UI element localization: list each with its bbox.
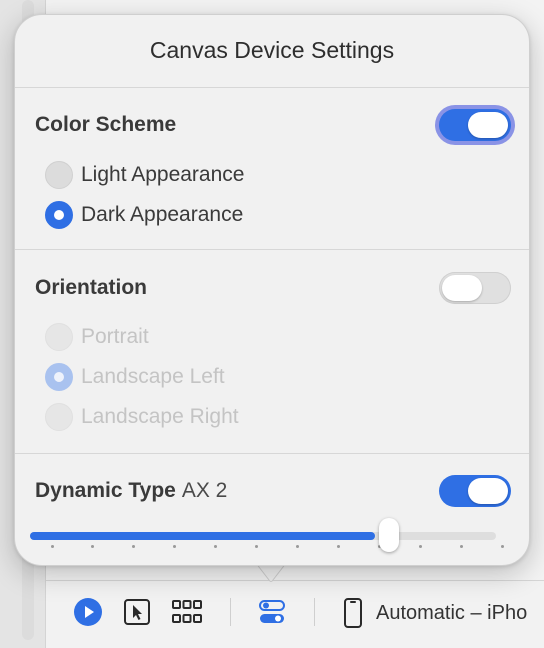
slider-tick [214,545,217,548]
color-scheme-toggle[interactable] [439,109,511,141]
radio-button[interactable] [45,161,73,189]
dynamic-type-value: AX 2 [181,479,228,502]
slider-tick [419,545,422,548]
grid-icon[interactable] [170,597,204,627]
toggle-knob [468,112,508,138]
toolbar-divider [230,598,231,626]
radio-light-appearance[interactable]: Light Appearance [45,160,244,190]
toggle-knob [468,478,508,504]
separator [15,87,529,88]
device-settings-icon[interactable] [256,597,288,627]
slider-tick [501,545,504,548]
radio-label: Dark Appearance [81,203,244,226]
toolbar-divider [314,598,315,626]
radio-label: Portrait [81,325,149,348]
play-icon[interactable] [72,596,104,628]
radio-label: Landscape Right [81,405,239,428]
dynamic-type-slider-fill [30,532,375,540]
slider-tick [51,545,54,548]
separator [15,453,529,454]
orientation-title: Orientation [35,276,148,299]
orientation-toggle[interactable] [439,272,511,304]
slider-tick [255,545,258,548]
radio-dark-appearance[interactable]: Dark Appearance [45,200,243,230]
toggle-knob [442,275,482,301]
dynamic-type-label: Dynamic Type [35,479,176,502]
radio-button[interactable] [45,201,73,229]
slider-tick [337,545,340,548]
radio-label: Light Appearance [81,163,245,186]
radio-landscape-left[interactable]: Landscape Left [45,362,225,392]
slider-tick [460,545,463,548]
radio-button[interactable] [45,323,73,351]
separator [15,249,529,250]
radio-portrait[interactable]: Portrait [45,322,149,352]
slider-tick [173,545,176,548]
canvas-device-settings-popover: Canvas Device Settings Color Scheme Ligh… [14,14,530,566]
radio-label: Landscape Left [81,365,225,388]
radio-button[interactable] [45,363,73,391]
cursor-select-icon[interactable] [122,597,152,627]
radio-landscape-right[interactable]: Landscape Right [45,402,239,432]
slider-tick [296,545,299,548]
phone-icon[interactable] [340,596,366,630]
color-scheme-title: Color Scheme [35,113,177,136]
slider-tick [132,545,135,548]
dynamic-type-slider-track[interactable] [30,532,496,540]
slider-tick [91,545,94,548]
device-label: Automatic – iPho [376,601,528,624]
dynamic-type-toggle[interactable] [439,475,511,507]
device-picker[interactable]: Automatic – iPho [376,598,527,628]
popover-title: Canvas Device Settings [149,37,395,63]
dynamic-type-title: Dynamic Type AX 2 [35,479,227,503]
dynamic-type-slider-thumb[interactable] [379,518,399,552]
radio-button[interactable] [45,403,73,431]
